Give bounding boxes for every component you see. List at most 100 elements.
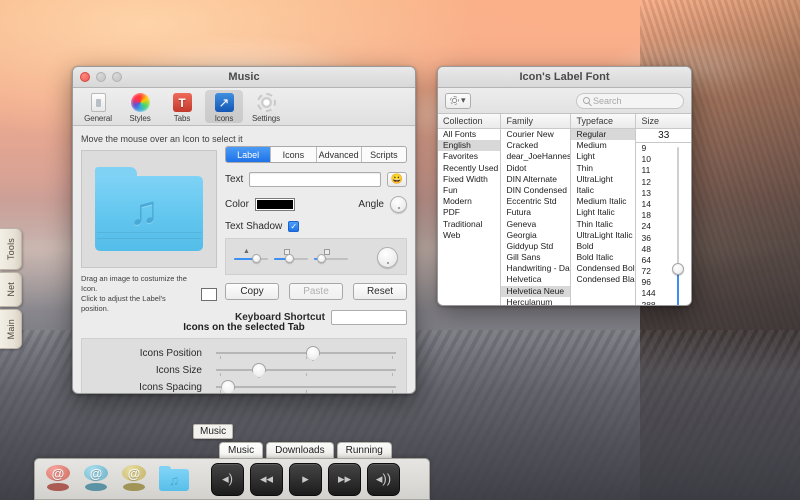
shadow-offset-slider[interactable]: [274, 248, 308, 266]
toolbar-item-tabs[interactable]: Tabs: [163, 90, 201, 123]
list-item[interactable]: Handwriting - Dakota: [501, 263, 570, 274]
list-item[interactable]: Modern: [438, 196, 500, 207]
dock-tab-music[interactable]: Music: [219, 442, 264, 459]
music-window-titlebar[interactable]: Music: [73, 67, 415, 88]
list-item[interactable]: Medium: [571, 140, 635, 151]
list-item[interactable]: Web: [438, 230, 500, 241]
toolbar-item-settings[interactable]: Settings: [247, 90, 285, 123]
side-tab-main[interactable]: Main: [0, 308, 22, 349]
typeface-list[interactable]: Regular Medium Light Thin UltraLight Ita…: [571, 129, 636, 305]
minimize-button[interactable]: [96, 72, 106, 82]
text-shadow-label: Text Shadow: [225, 221, 283, 232]
list-item[interactable]: Georgia: [501, 230, 570, 241]
list-item[interactable]: Geneva: [501, 219, 570, 230]
list-item[interactable]: Fixed Width: [438, 174, 500, 185]
tab-advanced[interactable]: Advanced: [317, 147, 362, 162]
icons-spacing-slider[interactable]: [216, 379, 396, 393]
list-item[interactable]: Thin: [571, 163, 635, 174]
list-item[interactable]: DIN Condensed: [501, 185, 570, 196]
color-swatch[interactable]: [254, 198, 295, 211]
list-item[interactable]: DIN Alternate: [501, 174, 570, 185]
list-item[interactable]: Traditional: [438, 219, 500, 230]
color-label: Color: [225, 199, 249, 210]
list-item[interactable]: Bold: [571, 241, 635, 252]
dock-tab-downloads[interactable]: Downloads: [266, 442, 334, 459]
copy-button[interactable]: Copy: [225, 283, 279, 300]
pushpin-blue-icon[interactable]: @: [81, 464, 111, 494]
list-item[interactable]: Light Italic: [571, 207, 635, 218]
list-item[interactable]: Herculanum: [501, 297, 570, 305]
list-item[interactable]: Cracked: [501, 140, 570, 151]
music-folder-icon[interactable]: ♫: [159, 466, 189, 492]
list-item[interactable]: Didot: [501, 163, 570, 174]
dock-tab-running[interactable]: Running: [336, 442, 392, 459]
document-icon: [88, 92, 109, 113]
tab-label[interactable]: Label: [226, 147, 272, 162]
emoji-icon[interactable]: 😀: [387, 172, 407, 187]
text-shadow-checkbox[interactable]: ✓: [288, 221, 300, 232]
size-slider[interactable]: [672, 147, 684, 305]
side-tab-tools[interactable]: Tools: [0, 228, 22, 271]
shadow-angle-knob[interactable]: [377, 247, 398, 268]
label-position-swatch[interactable]: [201, 287, 217, 301]
list-item[interactable]: Italic: [571, 185, 635, 196]
tab-scripts[interactable]: Scripts: [362, 147, 406, 162]
list-item[interactable]: Favorites: [438, 151, 500, 162]
list-item[interactable]: Helvetica: [501, 274, 570, 285]
icon-preview-area[interactable]: ♫: [81, 150, 217, 268]
pushpin-gold-icon[interactable]: @: [119, 464, 149, 494]
collection-list[interactable]: All Fonts English Favorites Recently Use…: [438, 129, 501, 305]
icons-position-slider[interactable]: [216, 345, 396, 361]
toolbar-item-icons[interactable]: Icons: [205, 90, 243, 123]
list-item[interactable]: Gill Sans: [501, 252, 570, 263]
play-button[interactable]: ▸: [289, 462, 322, 496]
list-item[interactable]: English: [438, 140, 501, 152]
angle-knob[interactable]: [390, 196, 407, 213]
toolbar-item-general[interactable]: General: [79, 90, 117, 123]
font-window-titlebar[interactable]: Icon's Label Font: [438, 67, 691, 88]
size-list[interactable]: 9 10 11 12 13 14 18 24 36 48 64 72 96 14…: [636, 143, 691, 305]
list-item[interactable]: PDF: [438, 207, 500, 218]
list-item[interactable]: Fun: [438, 185, 500, 196]
search-input[interactable]: Search: [576, 92, 684, 109]
fast-forward-button[interactable]: ▸▸: [328, 462, 361, 496]
family-list[interactable]: Courier New Cracked dear_JoeHannes Didot…: [501, 129, 571, 305]
list-item[interactable]: Eccentric Std: [501, 196, 570, 207]
side-tab-net[interactable]: Net: [0, 272, 22, 307]
list-item[interactable]: UltraLight: [571, 174, 635, 185]
list-item[interactable]: All Fonts: [438, 129, 500, 140]
gear-icon[interactable]: ▾: [445, 92, 471, 109]
size-input[interactable]: 33: [636, 129, 691, 143]
tab-icons[interactable]: Icons: [271, 147, 317, 162]
list-item[interactable]: Bold Italic: [571, 252, 635, 263]
shadow-opacity-slider[interactable]: [314, 248, 348, 266]
list-item[interactable]: Condensed Black: [571, 274, 635, 285]
font-panel-window[interactable]: Icon's Label Font ▾ Search Collection Al…: [437, 66, 692, 306]
list-item[interactable]: Futura: [501, 207, 570, 218]
shadow-blur-slider[interactable]: ▲: [234, 248, 268, 266]
zoom-button[interactable]: [112, 72, 122, 82]
close-button[interactable]: [80, 72, 90, 82]
list-item[interactable]: Regular: [571, 129, 636, 141]
rewind-button[interactable]: ◂◂: [250, 462, 283, 496]
pushpin-red-icon[interactable]: @: [43, 464, 73, 494]
search-icon: [583, 97, 590, 104]
text-input[interactable]: [249, 172, 381, 187]
list-item[interactable]: Helvetica Neue: [501, 285, 571, 297]
icons-size-slider[interactable]: [216, 362, 396, 378]
list-item[interactable]: dear_JoeHannes: [501, 151, 570, 162]
side-tab-label: Net: [5, 282, 16, 297]
volume-down-button[interactable]: ◂): [211, 462, 244, 496]
list-item[interactable]: Medium Italic: [571, 196, 635, 207]
list-item[interactable]: Light: [571, 151, 635, 162]
toolbar-item-styles[interactable]: Styles: [121, 90, 159, 123]
music-preferences-window[interactable]: Music General Styles Tabs Icons Settings…: [72, 66, 416, 394]
list-item[interactable]: Courier New: [501, 129, 570, 140]
list-item[interactable]: Condensed Bold: [571, 263, 635, 274]
reset-button[interactable]: Reset: [353, 283, 407, 300]
list-item[interactable]: Recently Used: [438, 163, 500, 174]
list-item[interactable]: Thin Italic: [571, 219, 635, 230]
list-item[interactable]: Giddyup Std: [501, 241, 570, 252]
list-item[interactable]: UltraLight Italic: [571, 230, 635, 241]
volume-up-button[interactable]: ◂)): [367, 462, 400, 496]
